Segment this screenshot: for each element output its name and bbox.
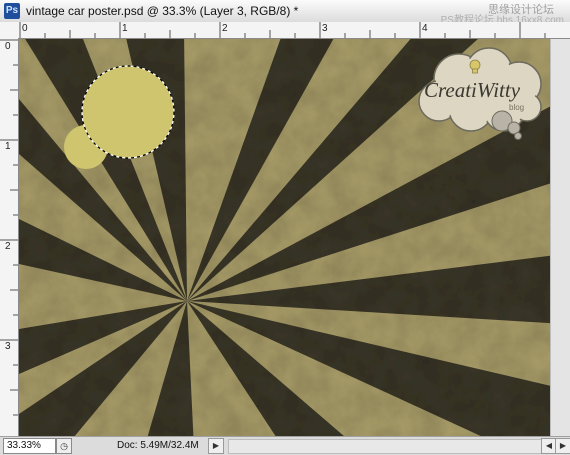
- canvas-artwork: CreatiWitty blog: [19, 39, 550, 436]
- photoshop-app-icon: Ps: [4, 3, 20, 19]
- title-bar: Ps vintage car poster.psd @ 33.3% (Layer…: [0, 0, 570, 26]
- horizontal-ruler-ticks: [19, 22, 546, 38]
- vruler-label-2: 2: [5, 241, 11, 252]
- document-canvas[interactable]: CreatiWitty blog: [19, 39, 550, 436]
- horizontal-ruler[interactable]: 0 1 2 3 4: [18, 22, 570, 39]
- zoom-level-field[interactable]: 33.33%: [3, 438, 56, 454]
- watermark: 思缘设计论坛 PS教程论坛 bbs.16xx8.com: [388, 1, 566, 26]
- document-size-info: Doc: 5.49M/32.4M: [117, 440, 199, 451]
- logo-text: CreatiWitty: [424, 78, 521, 102]
- vruler-label-3: 3: [5, 341, 11, 352]
- document-title: vintage car poster.psd @ 33.3% (Layer 3,…: [26, 4, 299, 18]
- ruler-label-3: 3: [322, 23, 328, 34]
- logo-subtext: blog: [509, 103, 524, 112]
- vruler-label-0: 0: [5, 41, 11, 52]
- scroll-right-button[interactable]: ▶: [555, 438, 570, 454]
- ruler-label-4: 4: [422, 23, 428, 34]
- status-menu-arrow[interactable]: ▶: [208, 438, 224, 454]
- ruler-label-0: 0: [22, 23, 28, 34]
- ruler-label-1: 1: [122, 23, 128, 34]
- vertical-ruler[interactable]: 0 1 2 3: [0, 38, 19, 436]
- status-bar: 33.33% ◷ Doc: 5.49M/32.4M ▶ ◀ ▶: [0, 436, 570, 455]
- vruler-label-1: 1: [5, 141, 11, 152]
- ruler-label-2: 2: [222, 23, 228, 34]
- photoshop-document-window: Ps vintage car poster.psd @ 33.3% (Layer…: [0, 0, 570, 455]
- horizontal-scrollbar[interactable]: [228, 439, 542, 454]
- status-info-button[interactable]: ◷: [56, 438, 72, 454]
- ruler-origin[interactable]: [0, 22, 19, 39]
- vertical-scrollbar[interactable]: [550, 39, 570, 436]
- vertical-ruler-ticks: [0, 39, 18, 416]
